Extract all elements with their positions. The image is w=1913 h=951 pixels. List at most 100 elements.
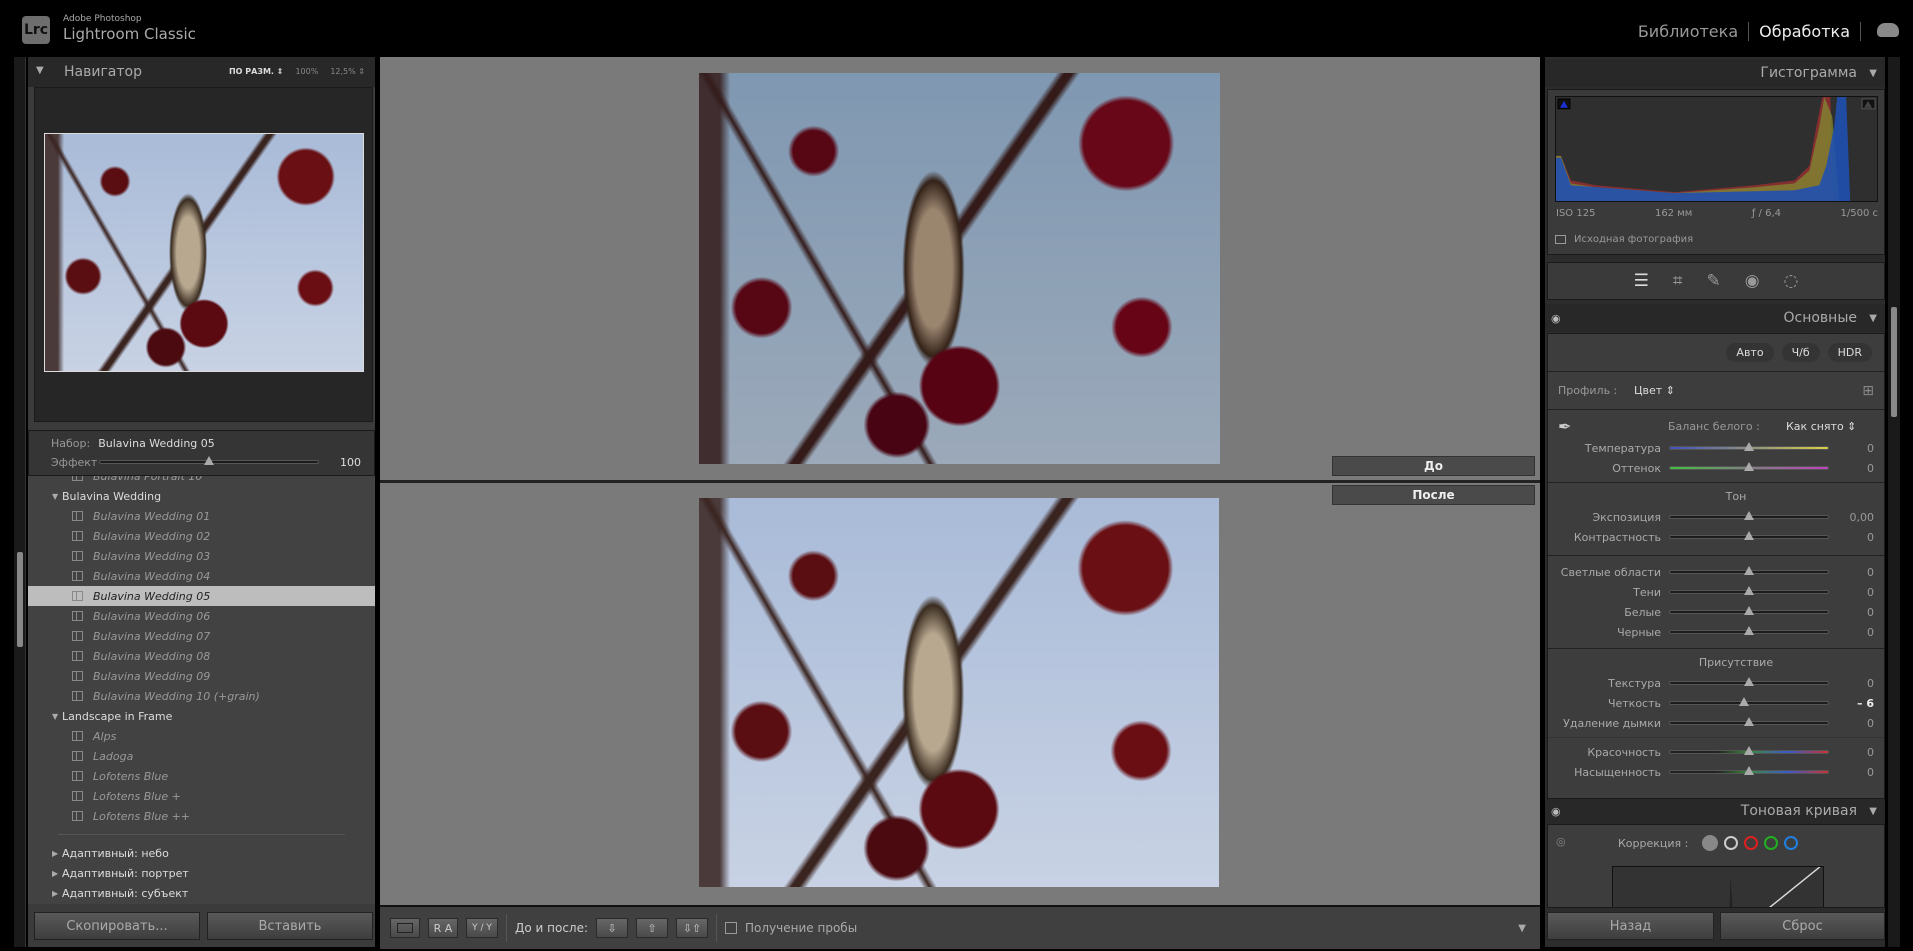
- preset-item[interactable]: Bulavina Wedding 03: [28, 546, 375, 566]
- slider-track[interactable]: [1669, 566, 1829, 575]
- copy-before-to-after-button[interactable]: ⇩: [596, 918, 629, 938]
- eye-icon[interactable]: ◉: [1551, 805, 1561, 818]
- slider-thumb[interactable]: [1744, 766, 1754, 775]
- tone-curve-graph[interactable]: [1612, 866, 1824, 908]
- slider-track[interactable]: [1669, 442, 1829, 451]
- healing-bandage-icon[interactable]: ✎: [1706, 271, 1720, 291]
- slider-value[interactable]: 0: [1829, 566, 1874, 579]
- expanded-triangle-icon[interactable]: ▼: [52, 712, 58, 721]
- red-eye-icon[interactable]: ◉: [1745, 271, 1760, 291]
- slider-track[interactable]: [1669, 586, 1829, 595]
- crop-icon[interactable]: ⌗: [1673, 271, 1683, 291]
- back-button[interactable]: Назад: [1547, 912, 1714, 940]
- slider-thumb[interactable]: [1744, 626, 1754, 635]
- slider-value[interactable]: 0: [1829, 586, 1874, 599]
- auto-button[interactable]: Авто: [1726, 343, 1774, 362]
- navigator-header[interactable]: ▼ Навигатор ПО РАЗМ. ⇕ 100% 12,5% ⇕: [28, 57, 375, 87]
- collapse-triangle-icon[interactable]: ▼: [1869, 313, 1877, 324]
- preset-item[interactable]: Lofotens Blue: [28, 766, 375, 786]
- collapsed-triangle-icon[interactable]: ▶: [52, 869, 58, 878]
- slider-track[interactable]: [1669, 511, 1829, 520]
- preset-item[interactable]: Bulavina Wedding 04: [28, 566, 375, 586]
- edit-sliders-icon[interactable]: ☰: [1634, 271, 1649, 291]
- preset-item[interactable]: Ladoga: [28, 746, 375, 766]
- slider-value[interactable]: 0: [1829, 677, 1874, 690]
- navigator-thumbnail[interactable]: [44, 133, 364, 372]
- left-panel-scrollbar[interactable]: [14, 57, 26, 947]
- target-adjust-icon[interactable]: ◎: [1556, 835, 1566, 848]
- cloud-sync-icon[interactable]: [1877, 23, 1899, 37]
- slider-thumb[interactable]: [1744, 462, 1754, 471]
- expanded-triangle-icon[interactable]: ▼: [52, 492, 58, 501]
- slider-thumb[interactable]: [1744, 717, 1754, 726]
- slider-thumb[interactable]: [1744, 566, 1754, 575]
- before-image[interactable]: [699, 73, 1220, 464]
- slider-value[interactable]: 0: [1829, 746, 1874, 759]
- zoom-custom[interactable]: 12,5% ⇕: [330, 67, 365, 76]
- slider-track[interactable]: [1669, 766, 1829, 775]
- tone-curve-header[interactable]: ◉ Тоновая кривая ▼: [1545, 797, 1885, 825]
- preset-item[interactable]: Bulavina Wedding 01: [28, 506, 375, 526]
- slider-value[interactable]: – 6: [1829, 697, 1874, 710]
- slider-value[interactable]: 0: [1829, 442, 1874, 455]
- profile-browser-grid-icon[interactable]: ⊞: [1862, 383, 1874, 399]
- slider-thumb[interactable]: [1744, 677, 1754, 686]
- swap-before-after-button[interactable]: ⇩⇧: [676, 918, 709, 938]
- slider-thumb[interactable]: [1744, 442, 1754, 451]
- loupe-view-button[interactable]: [390, 918, 420, 938]
- preset-item[interactable]: Alps: [28, 726, 375, 746]
- slider-thumb[interactable]: [1744, 511, 1754, 520]
- preset-item[interactable]: Bulavina Wedding 06: [28, 606, 375, 626]
- slider-track[interactable]: [1669, 697, 1829, 706]
- preset-item[interactable]: Bulavina Wedding 09: [28, 666, 375, 686]
- slider-thumb[interactable]: [1744, 746, 1754, 755]
- profile-dropdown[interactable]: Цвет ⇕: [1634, 384, 1675, 397]
- copy-button[interactable]: Скопировать...: [34, 912, 200, 940]
- slider-track[interactable]: [1669, 462, 1829, 471]
- curve-channel-red[interactable]: [1744, 836, 1759, 850]
- preset-group[interactable]: ▼ Landscape in Frame: [28, 706, 375, 726]
- sample-checkbox[interactable]: [725, 922, 738, 934]
- slider-value[interactable]: 0: [1829, 531, 1874, 544]
- slider-value[interactable]: 0: [1829, 717, 1874, 730]
- module-library[interactable]: Библиотека: [1628, 22, 1750, 41]
- preset-item[interactable]: Bulavina Wedding 05: [28, 586, 375, 606]
- slider-value[interactable]: 0: [1829, 626, 1874, 639]
- collapse-triangle-icon[interactable]: ▼: [36, 65, 44, 76]
- preset-item[interactable]: Bulavina Wedding 07: [28, 626, 375, 646]
- slider-track[interactable]: [1669, 626, 1829, 635]
- preset-group[interactable]: ▼ Bulavina Wedding: [28, 486, 375, 506]
- curve-channel-rgb[interactable]: [1724, 836, 1739, 850]
- slider-track[interactable]: [1669, 606, 1829, 615]
- preset-item[interactable]: Bulavina Wedding 08: [28, 646, 375, 666]
- original-checkbox[interactable]: [1555, 235, 1566, 244]
- slider-thumb[interactable]: [1739, 697, 1750, 706]
- collapse-triangle-icon[interactable]: ▼: [1869, 68, 1877, 79]
- original-photo-toggle[interactable]: Исходная фотография: [1555, 234, 1693, 245]
- eye-icon[interactable]: ◉: [1551, 312, 1561, 325]
- module-develop[interactable]: Обработка: [1749, 22, 1861, 41]
- right-panel-scrollbar[interactable]: [1888, 57, 1900, 947]
- bw-button[interactable]: Ч/б: [1781, 343, 1820, 362]
- masking-icon[interactable]: ◌: [1784, 271, 1799, 291]
- before-after-lr-button[interactable]: R A: [428, 918, 458, 938]
- toolbar-menu-chevron-icon[interactable]: ▼: [1518, 923, 1526, 934]
- slider-thumb[interactable]: [1744, 606, 1754, 615]
- zoom-fit[interactable]: ПО РАЗМ. ⇕: [229, 67, 284, 76]
- curve-channel-blue[interactable]: [1784, 836, 1799, 850]
- zoom-100[interactable]: 100%: [295, 67, 318, 76]
- before-after-tb-button[interactable]: Y / Y: [466, 918, 498, 938]
- paste-button[interactable]: Вставить: [207, 912, 373, 940]
- curve-channel-green[interactable]: [1764, 836, 1779, 850]
- reset-button[interactable]: Сброс: [1720, 912, 1885, 940]
- wb-dropdown[interactable]: Как снято ⇕: [1786, 420, 1856, 433]
- eyedropper-icon[interactable]: ✒: [1548, 417, 1588, 436]
- preset-group[interactable]: ▶ Адаптивный: портрет: [28, 863, 375, 883]
- slider-track[interactable]: [1669, 677, 1829, 686]
- slider-thumb[interactable]: [204, 456, 214, 465]
- preset-item[interactable]: Lofotens Blue +: [28, 786, 375, 806]
- slider-thumb[interactable]: [1744, 531, 1754, 540]
- slider-thumb[interactable]: [1744, 586, 1754, 595]
- slider-value[interactable]: 0: [1829, 606, 1874, 619]
- preset-item[interactable]: Bulavina Portrait 10: [28, 476, 375, 486]
